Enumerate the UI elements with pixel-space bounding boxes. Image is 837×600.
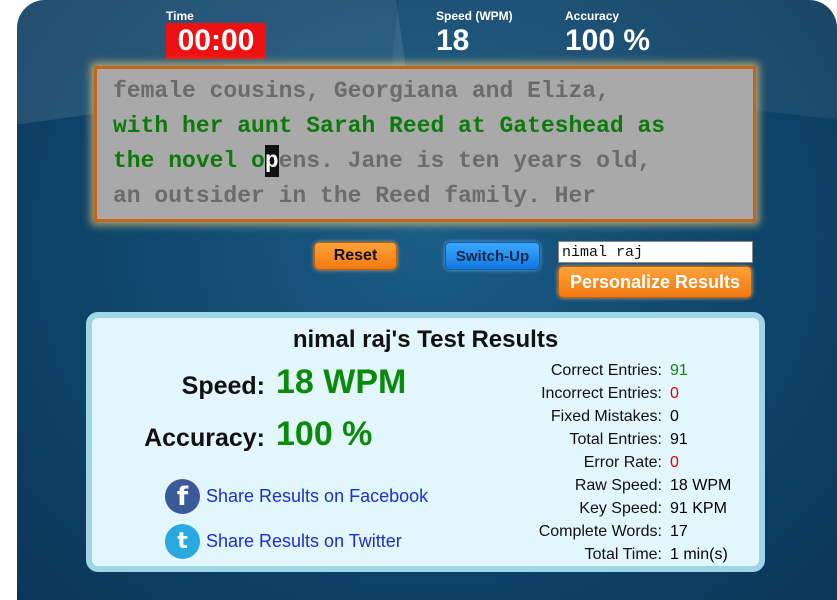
stats-row: Raw Speed: <box>92 477 662 499</box>
typing-cursor: p <box>264 145 279 177</box>
stats-row: Error Rate: <box>92 454 662 476</box>
stats-value: 91 <box>670 362 688 379</box>
timer-display: 00:00 <box>166 23 266 59</box>
typing-text-area[interactable]: female cousins, Georgiana and Eliza, wit… <box>94 66 756 222</box>
stats-value: 18 WPM <box>670 477 732 494</box>
stats-value: 91 KPM <box>670 500 727 517</box>
stats-row: Incorrect Entries: <box>92 385 662 407</box>
stats-label: Key Speed: <box>579 500 662 517</box>
text-line-3: the novel opens. Jane is ten years old, <box>113 145 651 177</box>
stats-label: Complete Words: <box>538 523 662 540</box>
speed-value: 18 <box>436 24 470 57</box>
stats-label: Total Entries: <box>569 431 662 448</box>
text-line-3-typed: the novel o <box>113 148 265 174</box>
speed-label: Speed (WPM) <box>436 9 513 23</box>
stats-value: 0 <box>670 454 679 471</box>
stats-value: 91 <box>670 431 688 448</box>
reset-button[interactable]: Reset <box>314 242 397 270</box>
time-label: Time <box>166 9 194 23</box>
text-line-3-rest: ens. Jane is ten years old, <box>278 148 652 174</box>
results-panel: nimal raj's Test Results Speed: 18 WPM A… <box>86 312 765 572</box>
text-line-4: an outsider in the Reed family. Her <box>113 183 597 209</box>
text-line-1: female cousins, Georgiana and Eliza, <box>113 78 610 104</box>
stats-row: Fixed Mistakes: <box>92 408 662 430</box>
stats-value: 17 <box>670 523 688 540</box>
stats-label: Fixed Mistakes: <box>550 408 662 425</box>
accuracy-label: Accuracy <box>565 9 620 23</box>
results-title: nimal raj's Test Results <box>292 326 559 353</box>
stats-label: Incorrect Entries: <box>541 385 662 402</box>
stats-row: Total Time: <box>92 546 662 568</box>
stats-row: Correct Entries: <box>92 362 662 384</box>
switch-up-button[interactable]: Switch-Up <box>445 242 540 270</box>
stats-label: Correct Entries: <box>550 362 662 379</box>
stats-row: Key Speed: <box>92 500 662 522</box>
personalize-results-button[interactable]: Personalize Results <box>558 266 752 298</box>
stats-label: Error Rate: <box>583 454 662 471</box>
stats-value: 1 min(s) <box>670 546 728 563</box>
accuracy-value: 100 % <box>565 24 651 57</box>
text-line-2-typed: with her aunt Sarah Reed at Gateshead as <box>113 113 666 139</box>
stats-row: Complete Words: <box>92 523 662 545</box>
name-input[interactable] <box>558 241 753 263</box>
stats-value: 0 <box>670 408 679 425</box>
stats-label: Raw Speed: <box>574 477 662 494</box>
stats-value: 0 <box>670 385 679 402</box>
stats-label: Total Time: <box>584 546 662 563</box>
stats-row: Total Entries: <box>92 431 662 453</box>
